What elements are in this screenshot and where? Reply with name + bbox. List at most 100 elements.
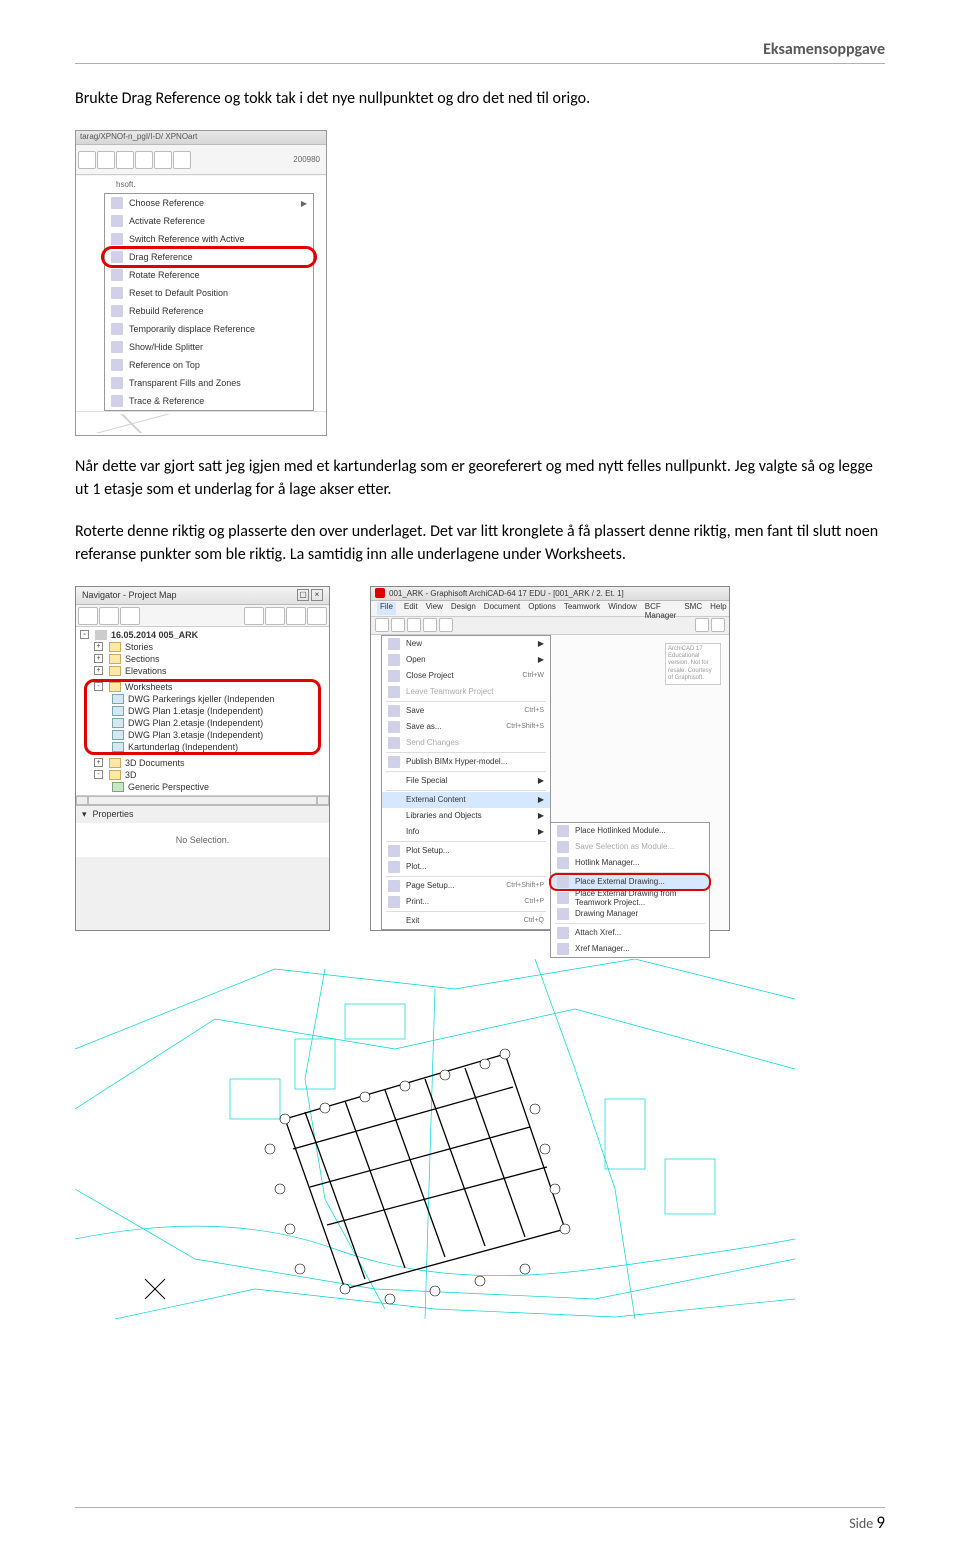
- screenshot-context-menu: tarag/XPNOf-n_pgI/I-D/ XPNOart 200980 hs…: [75, 130, 885, 436]
- menu-item-switch-reference[interactable]: Switch Reference with Active: [105, 230, 313, 248]
- tree-label: DWG Plan 3.etasje (Independent): [128, 730, 263, 740]
- menu-item-label: Switch Reference with Active: [129, 234, 245, 244]
- submenu-item[interactable]: Hotlink Manager...: [551, 855, 709, 871]
- menu-item-displace-reference[interactable]: Temporarily displace Reference: [105, 320, 313, 338]
- tree-item[interactable]: +Stories: [78, 641, 327, 653]
- tree-item[interactable]: Generic Perspective: [78, 781, 327, 793]
- toolbar-button[interactable]: [711, 618, 725, 632]
- menu-item-label: Show/Hide Splitter: [129, 342, 203, 352]
- menu-item-open[interactable]: Open▶: [382, 652, 550, 668]
- page-icon: [388, 880, 400, 892]
- menu-help[interactable]: Help: [710, 602, 726, 615]
- menu-item-transparent-fills[interactable]: Transparent Fills and Zones: [105, 374, 313, 392]
- menu-bcf[interactable]: BCF Manager: [645, 602, 677, 615]
- nav-view-button[interactable]: [307, 607, 327, 625]
- toolbar-button[interactable]: [173, 151, 191, 169]
- menu-item-close-project[interactable]: Close ProjectCtrl+W: [382, 668, 550, 684]
- menu-edit[interactable]: Edit: [404, 602, 418, 615]
- worksheet-icon: [112, 706, 124, 716]
- tree-item[interactable]: DWG Plan 3.etasje (Independent): [78, 729, 327, 741]
- tree-item[interactable]: Kartunderlag (Independent): [78, 741, 327, 753]
- menu-window[interactable]: Window: [608, 602, 636, 615]
- menu-item-external-content[interactable]: External Content▶: [382, 792, 550, 808]
- tree-item-worksheets[interactable]: -Worksheets: [78, 681, 327, 693]
- submenu-item-place-external-drawing[interactable]: Place External Drawing...: [551, 874, 709, 890]
- menu-item-save-as[interactable]: Save as...Ctrl+Shift+S: [382, 719, 550, 735]
- plot-icon: [388, 861, 400, 873]
- context-menu: Choose Reference▶ Activate Reference Swi…: [104, 193, 314, 411]
- menu-smc[interactable]: SMC: [684, 602, 702, 615]
- toolbar-button[interactable]: [154, 151, 172, 169]
- teamwork-icon: [388, 686, 400, 698]
- menu-design[interactable]: Design: [451, 602, 476, 615]
- submenu-item[interactable]: Drawing Manager: [551, 906, 709, 922]
- menu-item-plot[interactable]: Plot...: [382, 859, 550, 875]
- menu-file[interactable]: File: [377, 602, 396, 615]
- module-icon: [557, 841, 569, 853]
- nav-view-button[interactable]: [78, 607, 98, 625]
- toolbar-button[interactable]: [135, 151, 153, 169]
- menu-item-publish-bimx[interactable]: Publish BIMx Hyper-model...: [382, 754, 550, 770]
- tree-item[interactable]: DWG Plan 2.etasje (Independent): [78, 717, 327, 729]
- menu-item-print[interactable]: Print...Ctrl+P: [382, 894, 550, 910]
- submenu-item[interactable]: Place Hotlinked Module...: [551, 823, 709, 839]
- tree-item[interactable]: +Sections: [78, 653, 327, 665]
- menubar: File Edit View Design Document Options T…: [371, 601, 729, 617]
- folder-icon: [109, 666, 121, 676]
- nav-view-button[interactable]: [244, 607, 264, 625]
- submenu-item[interactable]: Xref Manager...: [551, 941, 709, 957]
- toolbar-button[interactable]: [439, 618, 453, 632]
- tree-item[interactable]: DWG Plan 1.etasje (Independent): [78, 705, 327, 717]
- new-icon: [388, 638, 400, 650]
- toolbar-button[interactable]: [97, 151, 115, 169]
- menu-item-rotate-reference[interactable]: Rotate Reference: [105, 266, 313, 284]
- toolbar-button[interactable]: [78, 151, 96, 169]
- manager-icon: [557, 857, 569, 869]
- transparent-icon: [111, 377, 123, 389]
- toolbar-button[interactable]: [423, 618, 437, 632]
- menu-item-file-special[interactable]: File Special▶: [382, 773, 550, 789]
- menu-item-trace-reference[interactable]: Trace & Reference: [105, 392, 313, 410]
- menu-options[interactable]: Options: [528, 602, 556, 615]
- navigator-tree: -16.05.2014 005_ARK +Stories +Sections +…: [76, 627, 329, 795]
- nav-view-button[interactable]: [286, 607, 306, 625]
- scrollbar[interactable]: [76, 795, 329, 805]
- tree-label: Worksheets: [125, 682, 172, 692]
- tree-item[interactable]: -3D: [78, 769, 327, 781]
- toolbar-button[interactable]: [407, 618, 421, 632]
- menu-item-new[interactable]: New▶: [382, 636, 550, 652]
- nav-view-button[interactable]: [265, 607, 285, 625]
- menu-item-show-hide-splitter[interactable]: Show/Hide Splitter: [105, 338, 313, 356]
- menu-item-save[interactable]: SaveCtrl+S: [382, 703, 550, 719]
- toolbar-button[interactable]: [375, 618, 389, 632]
- pin-icon[interactable]: ▢: [297, 589, 309, 601]
- menu-item-activate-reference[interactable]: Activate Reference: [105, 212, 313, 230]
- submenu-item[interactable]: Attach Xref...: [551, 925, 709, 941]
- menu-item-drag-reference[interactable]: Drag Reference: [105, 248, 313, 266]
- menu-item-page-setup[interactable]: Page Setup...Ctrl+Shift+P: [382, 878, 550, 894]
- tree-item[interactable]: +Elevations: [78, 665, 327, 677]
- nav-view-button[interactable]: [120, 607, 140, 625]
- menu-item-choose-reference[interactable]: Choose Reference▶: [105, 194, 313, 212]
- submenu-item[interactable]: Place External Drawing from Teamwork Pro…: [551, 890, 709, 906]
- close-icon[interactable]: ×: [311, 589, 323, 601]
- nav-view-button[interactable]: [99, 607, 119, 625]
- toolbar-button[interactable]: [391, 618, 405, 632]
- app-icon: [375, 588, 385, 598]
- menu-item-exit[interactable]: ExitCtrl+Q: [382, 913, 550, 929]
- menu-item-rebuild-reference[interactable]: Rebuild Reference: [105, 302, 313, 320]
- tree-root[interactable]: -16.05.2014 005_ARK: [78, 629, 327, 641]
- menu-item-libraries[interactable]: Libraries and Objects▶: [382, 808, 550, 824]
- menu-item-reset-position[interactable]: Reset to Default Position: [105, 284, 313, 302]
- menu-view[interactable]: View: [426, 602, 443, 615]
- menu-document[interactable]: Document: [484, 602, 520, 615]
- tree-item[interactable]: +3D Documents: [78, 757, 327, 769]
- chevron-down-icon[interactable]: ▾: [82, 809, 87, 820]
- tree-item[interactable]: DWG Parkerings kjeller (Independen: [78, 693, 327, 705]
- menu-teamwork[interactable]: Teamwork: [564, 602, 600, 615]
- menu-item-reference-on-top[interactable]: Reference on Top: [105, 356, 313, 374]
- menu-item-plot-setup[interactable]: Plot Setup...: [382, 843, 550, 859]
- menu-item-info[interactable]: Info▶: [382, 824, 550, 840]
- toolbar-button[interactable]: [695, 618, 709, 632]
- toolbar-button[interactable]: [116, 151, 134, 169]
